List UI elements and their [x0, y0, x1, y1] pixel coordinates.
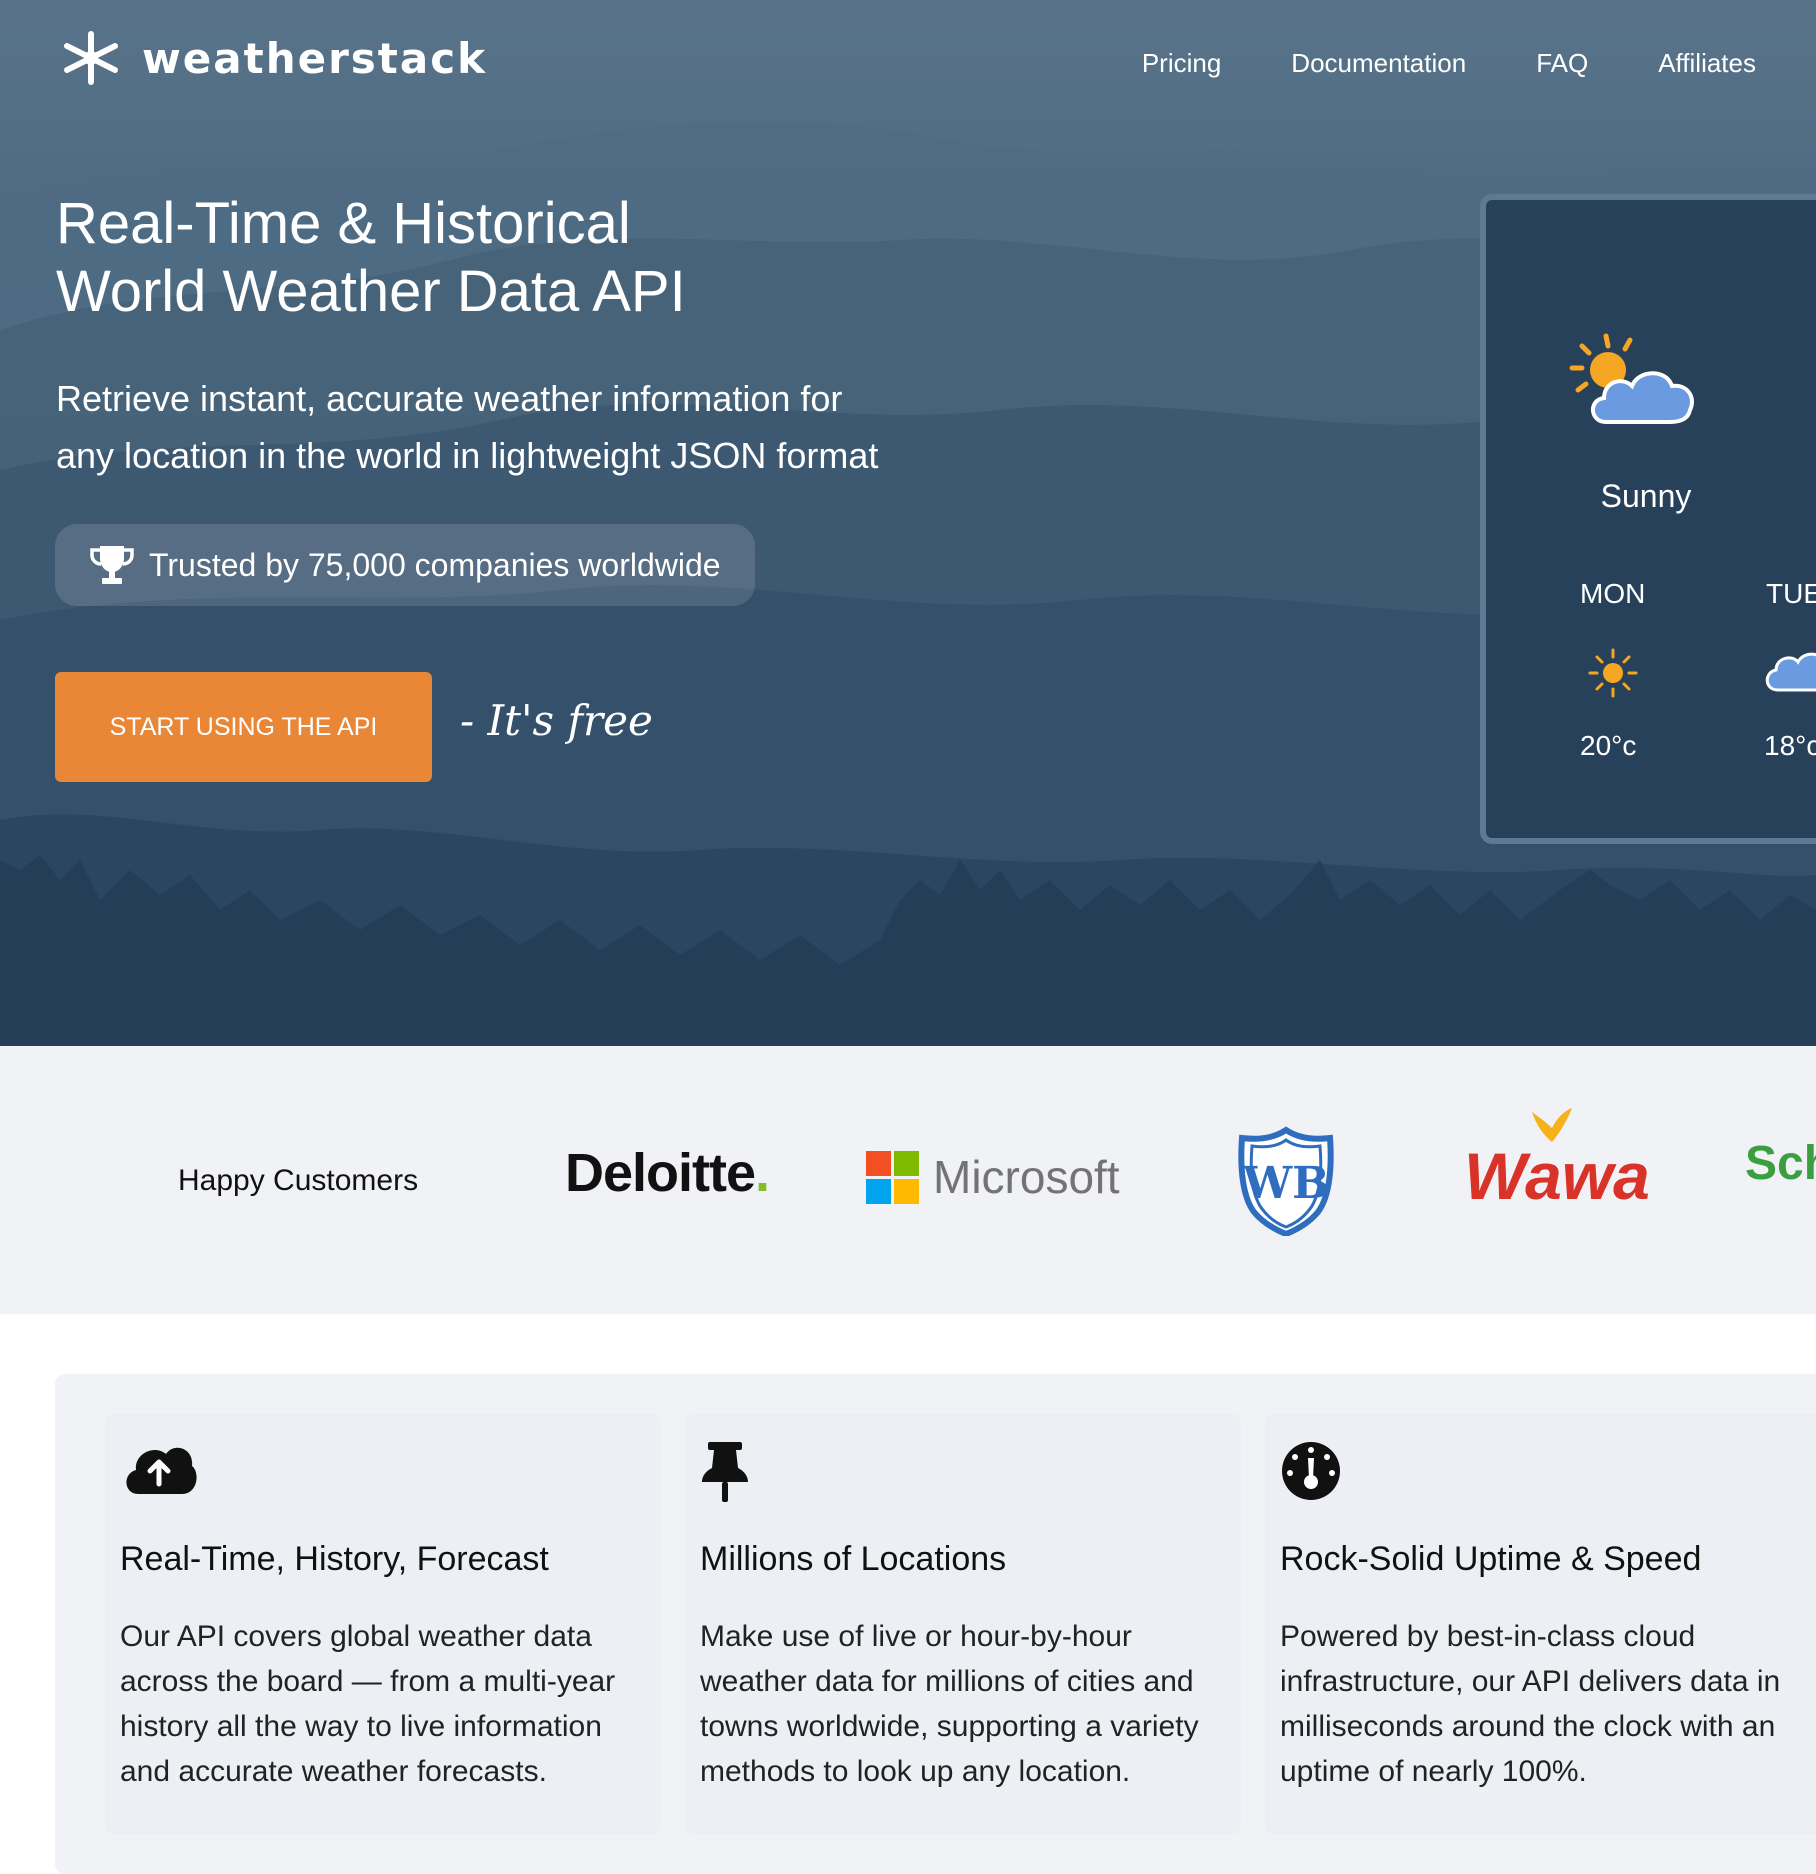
free-note: - It's free: [460, 696, 653, 745]
feature-card-2: Millions of Locations Make use of live o…: [685, 1414, 1241, 1834]
feature-title-1: Real-Time, History, Forecast: [120, 1540, 549, 1578]
speedometer-icon: [1282, 1442, 1340, 1500]
feature-text-3: Powered by best-in-class cloud infrastru…: [1280, 1620, 1781, 1788]
start-api-button[interactable]: START USING THE API: [55, 672, 432, 782]
feature-text-1: Our API covers global weather data acros…: [120, 1620, 616, 1788]
sun-cloud-icon: [1569, 333, 1694, 424]
microsoft-grid-icon: [866, 1150, 919, 1204]
customers-strip: Happy Customers Deloitte. Microsoft WB W…: [0, 1046, 1816, 1314]
sun-icon: [1588, 648, 1638, 698]
feature-title-3: Rock-Solid Uptime & Speed: [1280, 1540, 1702, 1578]
widget-day-mon: MON: [1580, 578, 1646, 609]
widget-condition: Sunny: [1600, 478, 1692, 514]
nav-faq[interactable]: FAQ: [1536, 48, 1588, 79]
nav-pricing[interactable]: Pricing: [1142, 48, 1221, 79]
partial-logo: Sch: [1745, 1137, 1816, 1190]
microsoft-wordmark: Microsoft: [933, 1151, 1120, 1203]
widget-day-tue: TUE: [1766, 578, 1816, 609]
feature-card-1: Real-Time, History, Forecast Our API cov…: [105, 1414, 661, 1834]
nav-affiliates[interactable]: Affiliates: [1658, 48, 1756, 79]
widget-temp-mon: 20°c: [1580, 730, 1637, 761]
wawa-logo: Wawa: [1464, 1108, 1650, 1214]
wb-letters: WB: [1242, 1158, 1330, 1209]
wawa-wordmark: Wawa: [1464, 1139, 1650, 1213]
snowflake-icon: [64, 31, 118, 85]
brand-logo[interactable]: weatherstack: [58, 30, 487, 86]
nav-documentation[interactable]: Documentation: [1291, 48, 1466, 79]
subtitle-line-2: any location in the world in lightweight…: [56, 435, 879, 476]
trusted-badge: Trusted by 75,000 companies worldwide: [55, 524, 755, 606]
feature-text-2: Make use of live or hour-by-hour weather…: [700, 1620, 1199, 1788]
hero-section: weatherstack Pricing Documentation FAQ A…: [0, 0, 1816, 1046]
widget-temp-tue: 18°c: [1764, 730, 1816, 761]
hero-headline: Real-Time & Historical World Weather Dat…: [56, 190, 856, 326]
customers-label: Happy Customers: [178, 1164, 419, 1197]
cloud-upload-icon: [126, 1447, 197, 1494]
pin-icon: [702, 1442, 748, 1502]
hero-subtitle: Retrieve instant, accurate weather infor…: [56, 370, 1016, 484]
trophy-icon: [90, 546, 134, 584]
features-section: Real-Time, History, Forecast Our API cov…: [55, 1374, 1816, 1874]
cloud-icon: [1765, 652, 1816, 692]
trusted-text: Trusted by 75,000 companies worldwide: [149, 546, 721, 583]
deloitte-wordmark: Deloitte: [565, 1143, 756, 1203]
feature-title-2: Millions of Locations: [700, 1540, 1007, 1578]
brand-name: weatherstack: [142, 33, 488, 83]
feature-card-3: Rock-Solid Uptime & Speed Powered by bes…: [1265, 1414, 1816, 1834]
headline-line-1: Real-Time & Historical: [56, 191, 631, 256]
subtitle-line-1: Retrieve instant, accurate weather infor…: [56, 378, 843, 419]
deloitte-logo: Deloitte.: [565, 1143, 770, 1203]
weather-widget: Sunny MON 20°c TUE 18°c: [1480, 194, 1816, 844]
wb-shield-logo: WB: [1238, 1126, 1334, 1236]
microsoft-logo: Microsoft: [866, 1150, 1120, 1204]
top-nav: Pricing Documentation FAQ Affiliates: [1142, 48, 1756, 79]
headline-line-2: World Weather Data API: [56, 259, 686, 324]
goose-icon: [1532, 1108, 1572, 1142]
